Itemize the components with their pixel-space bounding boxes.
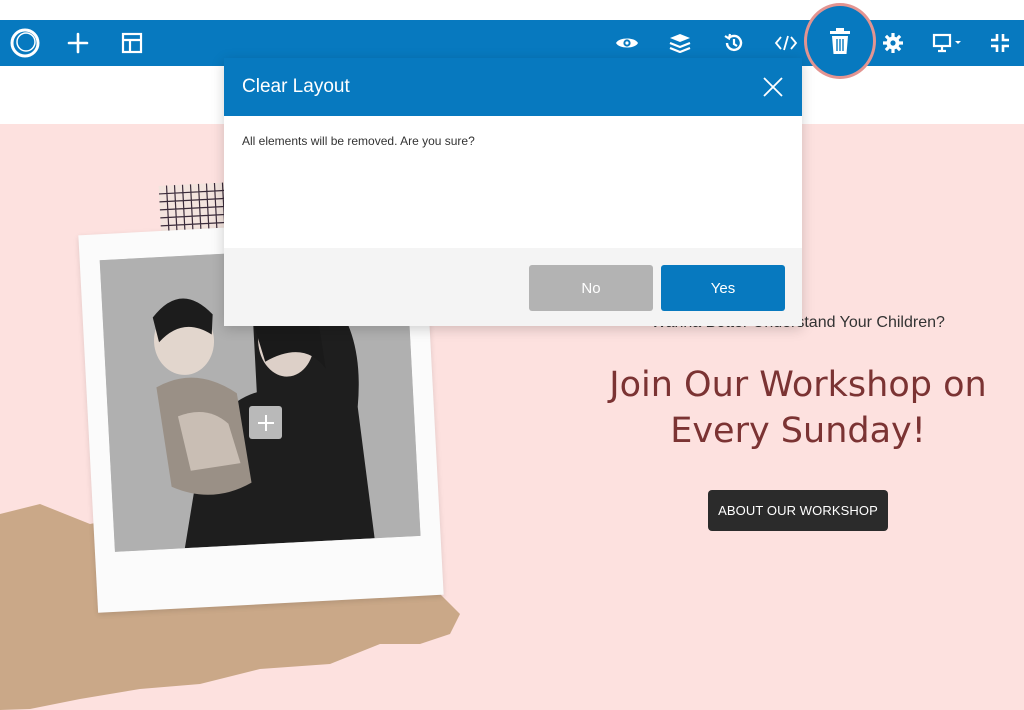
yes-button[interactable]: Yes — [661, 265, 785, 311]
dialog-header: Clear Layout — [224, 58, 802, 116]
settings-gear-icon[interactable] — [873, 20, 913, 66]
close-icon[interactable] — [762, 76, 784, 98]
plus-icon[interactable] — [58, 20, 98, 66]
desktop-device-icon[interactable] — [926, 20, 970, 66]
collapse-arrows-icon[interactable] — [980, 20, 1020, 66]
clear-layout-button[interactable] — [804, 3, 876, 79]
headline-line-1: Join Our Workshop on — [609, 365, 987, 405]
trash-icon — [830, 28, 850, 54]
plus-icon — [257, 414, 274, 431]
layout-template-icon[interactable] — [112, 20, 152, 66]
headline-line-2: Every Sunday! — [670, 411, 926, 451]
dialog-message: All elements will be removed. Are you su… — [242, 134, 475, 148]
dialog-body: All elements will be removed. Are you su… — [224, 116, 802, 248]
hero-headline: Join Our Workshop on Every Sunday! — [578, 362, 1018, 454]
dialog-title: Clear Layout — [242, 76, 350, 97]
about-workshop-button[interactable]: ABOUT OUR WORKSHOP — [708, 490, 888, 531]
logo-ring-icon[interactable] — [5, 20, 45, 66]
clear-layout-dialog: Clear Layout All elements will be remove… — [224, 58, 802, 326]
no-button[interactable]: No — [529, 265, 653, 311]
add-element-button[interactable] — [249, 406, 282, 439]
dialog-footer: No Yes — [224, 248, 802, 326]
